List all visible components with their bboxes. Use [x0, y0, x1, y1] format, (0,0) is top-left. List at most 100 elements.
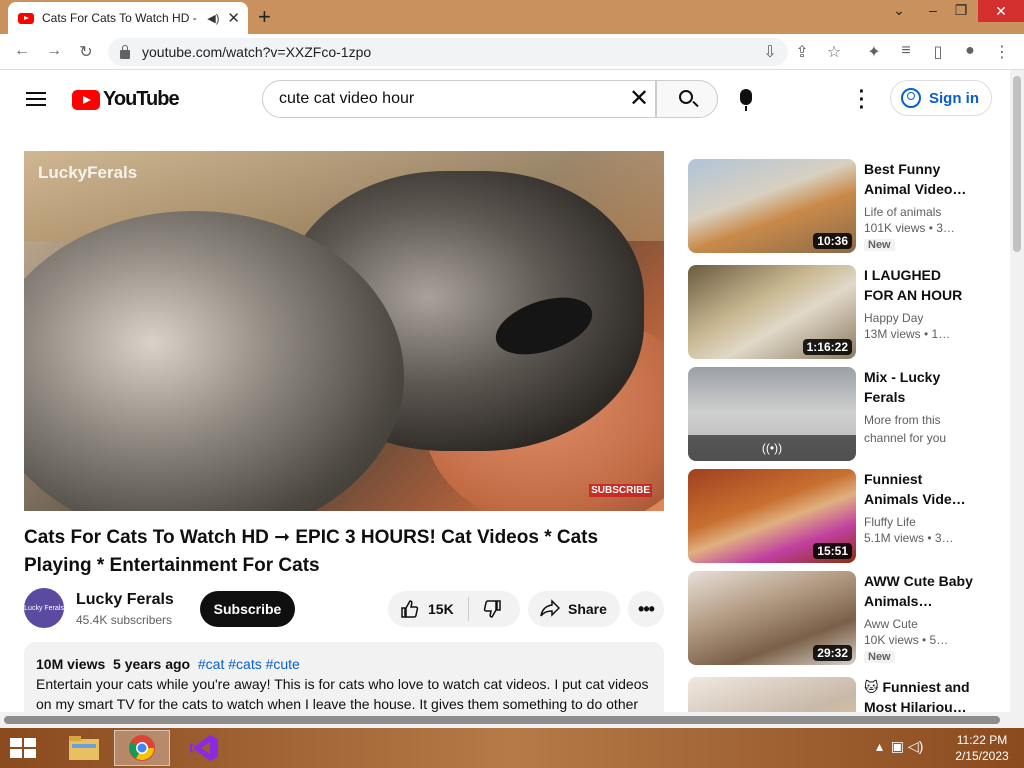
window-close-button[interactable]: ✕ — [978, 0, 1024, 22]
new-tab-button[interactable]: + — [258, 4, 271, 30]
horizontal-scrollbar[interactable] — [0, 712, 1010, 728]
speaker-icon[interactable]: ◀) — [207, 12, 219, 25]
hashtags[interactable]: #cat #cats #cute — [198, 656, 300, 672]
account-circle-icon — [901, 88, 921, 108]
duration-badge: 15:51 — [813, 543, 852, 559]
recommendation-title[interactable]: Funniest Animals Vide… — [864, 469, 974, 509]
url-text: youtube.com/watch?v=XXZFco-1zpo — [142, 44, 372, 60]
new-badge: New — [864, 651, 895, 663]
microphone-icon[interactable] — [740, 89, 752, 111]
new-badge: New — [864, 239, 895, 251]
tab-title: Cats For Cats To Watch HD - — [42, 11, 197, 25]
upload-age: 5 years ago — [113, 656, 191, 672]
thumbs-down-icon[interactable] — [482, 599, 502, 622]
visual-studio-icon[interactable] — [176, 730, 232, 766]
windows-start-icon[interactable] — [10, 738, 38, 760]
recommendation-item[interactable]: 29:32 AWW Cute Baby Animals… Aww Cute 10… — [688, 571, 988, 667]
recommendation-title[interactable]: 🐱 Funniest and Most Hilariou… — [864, 677, 974, 712]
description-box[interactable]: 10M views 5 years ago #cat #cats #cute E… — [24, 642, 664, 722]
share-page-icon[interactable]: ⇪ — [792, 42, 812, 62]
thumbs-up-icon[interactable] — [400, 599, 420, 622]
video-title: Cats For Cats To Watch HD ➞ EPIC 3 HOURS… — [24, 527, 599, 576]
recommendation-item[interactable]: ((•)) Mix - Lucky Ferals More from this … — [688, 367, 988, 463]
like-count[interactable]: 15K — [428, 601, 454, 617]
share-button[interactable]: Share — [528, 591, 620, 627]
vertical-scrollbar[interactable] — [1010, 70, 1024, 728]
tab-search-chevron-icon[interactable]: ⌄ — [884, 2, 914, 24]
chrome-menu-icon[interactable]: ⋮ — [992, 42, 1012, 62]
side-panel-icon[interactable]: ▯ — [928, 42, 948, 62]
video-thumbnail[interactable]: 15:51 — [688, 469, 856, 563]
duration-badge: 29:32 — [813, 645, 852, 661]
youtube-play-logo-icon — [72, 89, 100, 110]
recommendation-channel[interactable]: Happy Day — [864, 309, 974, 327]
reload-icon[interactable]: ↻ — [76, 42, 96, 62]
video-thumbnail[interactable]: 10:36 — [688, 159, 856, 253]
address-bar[interactable]: youtube.com/watch?v=XXZFco-1zpo — [108, 38, 788, 66]
vertical-scroll-thumb[interactable] — [1013, 76, 1021, 252]
duration-badge: 1:16:22 — [802, 339, 852, 355]
more-actions-icon[interactable]: ••• — [628, 591, 664, 627]
video-thumbnail[interactable]: 29:32 — [688, 571, 856, 665]
back-arrow-icon[interactable]: ← — [12, 42, 32, 60]
file-explorer-icon[interactable] — [56, 730, 112, 766]
description-line: on my smart TV for the cats to watch whe… — [36, 696, 639, 712]
recommendation-title[interactable]: Mix - Lucky Ferals — [864, 367, 974, 407]
youtube-logo[interactable]: YouTube — [72, 88, 180, 111]
search-input[interactable]: cute cat video hour — [262, 80, 656, 118]
tab-close-icon[interactable]: ✕ — [227, 9, 240, 27]
subscribe-button[interactable]: Subscribe — [200, 591, 295, 627]
recommendation-views: 101K views • 3… — [864, 221, 955, 235]
recommendation-views: 10K views • 5… — [864, 633, 949, 647]
chrome-taskbar-icon[interactable] — [114, 730, 170, 766]
video-thumbnail[interactable]: 1:16:22 — [688, 265, 856, 359]
channel-name[interactable]: Lucky Ferals — [76, 591, 174, 609]
recommendation-channel[interactable]: Life of animals — [864, 203, 974, 221]
recommendation-item[interactable]: 1:16:22 I LAUGHED FOR AN HOUR😹… Happy Da… — [688, 265, 988, 361]
search-button[interactable] — [656, 80, 718, 118]
restore-button[interactable]: ❐ — [946, 2, 976, 24]
lock-icon[interactable] — [120, 44, 130, 59]
mix-thumbnail[interactable]: ((•)) — [688, 367, 856, 461]
description-line: Entertain your cats while you're away! T… — [36, 676, 649, 692]
recommendation-title[interactable]: I LAUGHED FOR AN HOUR😹… — [864, 265, 974, 305]
like-divider — [468, 597, 469, 621]
video-player[interactable]: LuckyFerals SUBSCRIBE — [24, 151, 664, 511]
media-control-icon[interactable]: ≡ — [896, 42, 916, 60]
bookmark-star-icon[interactable]: ☆ — [824, 42, 844, 62]
horizontal-scroll-thumb[interactable] — [4, 716, 1000, 724]
install-app-icon[interactable]: ⇩ — [760, 42, 780, 62]
sign-in-button[interactable]: Sign in — [890, 80, 992, 116]
recommendation-channel[interactable]: Fluffy Life — [864, 513, 974, 531]
recommendation-views: 5.1M views • 3… — [864, 531, 954, 545]
clock-time: 11:22 PM — [956, 733, 1008, 747]
browser-tab-youtube[interactable]: Cats For Cats To Watch HD - ◀) ✕ — [8, 2, 248, 34]
video-thumbnail[interactable] — [688, 677, 856, 712]
like-dislike-group: 15K — [388, 591, 520, 627]
taskbar-clock[interactable]: 11:22 PM 2/15/2023 — [948, 732, 1016, 764]
recommendation-item[interactable]: 🐱 Funniest and Most Hilariou… — [688, 677, 988, 712]
channel-avatar[interactable]: Lucky Ferals — [24, 588, 64, 628]
youtube-header: YouTube cute cat video hour ✕ · · · Sign i… — [0, 70, 1010, 128]
recommendation-title[interactable]: Best Funny Animal Video… — [864, 159, 974, 199]
recommendation-title[interactable]: AWW Cute Baby Animals… — [864, 571, 974, 611]
recommendation-item[interactable]: 15:51 Funniest Animals Vide… Fluffy Life… — [688, 469, 988, 565]
recommendation-item[interactable]: 10:36 Best Funny Animal Video… Life of a… — [688, 159, 988, 255]
forward-arrow-icon[interactable]: → — [44, 42, 64, 60]
duration-badge: 10:36 — [813, 233, 852, 249]
hamburger-menu-icon[interactable] — [26, 92, 46, 106]
subscribe-watermark[interactable]: SUBSCRIBE — [589, 484, 652, 497]
extensions-icon[interactable]: ✦ — [864, 42, 884, 62]
minimize-button[interactable]: – — [918, 2, 948, 24]
recommendation-channel[interactable]: Aww Cute — [864, 615, 974, 633]
clear-search-icon[interactable]: ✕ — [626, 84, 652, 113]
profile-icon[interactable]: ● — [960, 42, 980, 60]
browser-tab-strip: Cats For Cats To Watch HD - ◀) ✕ + ⌄ – ❐… — [0, 0, 1024, 34]
sign-in-label: Sign in — [929, 89, 979, 107]
recommendation-views: 13M views • 1… — [864, 327, 951, 341]
youtube-favicon-icon — [18, 12, 34, 24]
browser-toolbar: ← → ↻ youtube.com/watch?v=XXZFco-1zpo ⇩ … — [0, 34, 1024, 70]
settings-kebab-icon[interactable]: · · · — [852, 82, 872, 118]
system-tray-icons[interactable]: ▴ ▣ ◁) — [876, 738, 923, 755]
mix-radio-icon: ((•)) — [688, 435, 856, 461]
